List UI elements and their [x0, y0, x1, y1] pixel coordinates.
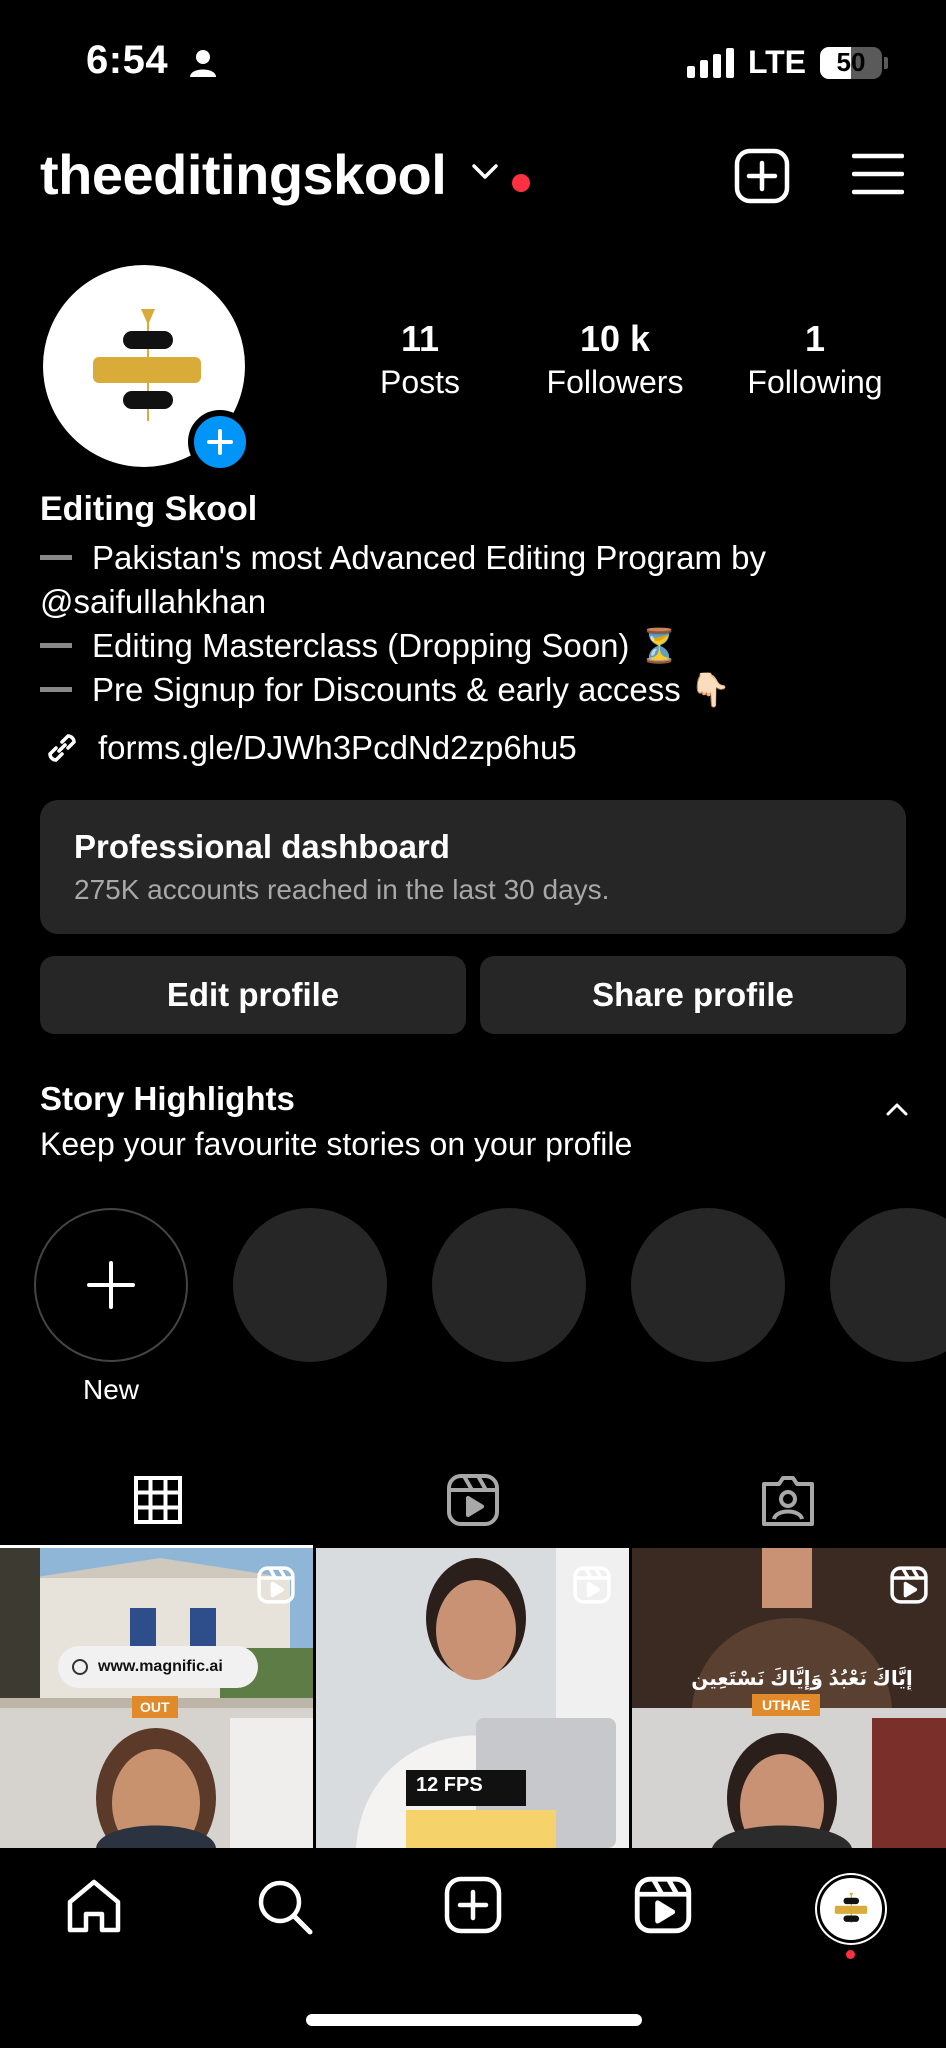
signal-icon [686, 47, 734, 78]
professional-dashboard-card[interactable]: Professional dashboard 275K accounts rea… [40, 800, 906, 934]
reel-indicator-icon [890, 1566, 928, 1609]
profile-nav-avatar[interactable] [820, 1878, 882, 1940]
link-text: forms.gle/DJWh3PcdNd2zp6hu5 [98, 729, 577, 766]
highlights-title: Story Highlights [40, 1080, 295, 1117]
url-pill: www.magnific.ai [58, 1646, 258, 1688]
profile-avatar[interactable] [40, 262, 252, 474]
dashboard-subtitle: 275K accounts reached in the last 30 day… [74, 874, 610, 905]
link-icon [48, 734, 76, 762]
bio-line-3: Editing Masterclass (Dropping Soon) ⏳ [92, 627, 680, 664]
edit-profile-button[interactable]: Edit profile [40, 956, 466, 1034]
highlight-placeholder [631, 1208, 785, 1362]
reels-icon [446, 1474, 499, 1526]
posts-grid: www.magnific.ai OUT 12 FPS إِيَّاكَ نَعْ… [0, 1548, 946, 1848]
post-thumbnail[interactable]: www.magnific.ai OUT [0, 1548, 313, 1848]
reel-indicator-icon [257, 1566, 295, 1609]
tab-posts-grid[interactable] [0, 1452, 315, 1548]
post-thumbnail[interactable]: 12 FPS [316, 1548, 629, 1848]
posts-label: Posts [379, 364, 461, 400]
post-caption: 12 FPS [416, 1774, 483, 1796]
battery-nub [884, 56, 888, 69]
grid-icon [133, 1476, 182, 1524]
followers-label: Followers [546, 364, 684, 400]
battery-level: 50 [836, 47, 866, 77]
following-count[interactable]: 1 Following [730, 318, 900, 401]
highlight-placeholder [432, 1208, 586, 1362]
story-highlights-row: New [0, 1208, 946, 1408]
share-profile-button[interactable]: Share profile [480, 956, 906, 1034]
post-subtitle: إِيَّاكَ نَعْبُدُ وَإِيَّاكَ نَسْتَعِين [691, 1668, 913, 1690]
profile-notification-dot [846, 1950, 855, 1959]
person-icon [188, 48, 218, 83]
bio-line-1: Pakistan's most Advanced Editing Program… [92, 539, 766, 576]
network-type: LTE [747, 44, 806, 80]
profile-header: theeditingskool [0, 140, 946, 230]
menu-button[interactable] [851, 152, 905, 201]
new-highlight-button[interactable] [34, 1208, 188, 1362]
post-badge: UTHAE [752, 1694, 821, 1716]
status-bar: 6:54 LTE 50 [0, 0, 946, 130]
create-post-button[interactable] [734, 148, 790, 209]
reel-indicator-icon [573, 1566, 611, 1609]
posts-value: 11 [400, 318, 440, 359]
profile-bio: Pakistan's most Advanced Editing Program… [40, 536, 920, 712]
tab-reels[interactable] [315, 1452, 630, 1548]
battery-icon: 50 [820, 46, 882, 79]
username-switcher[interactable]: theeditingskool [40, 142, 447, 207]
posts-count[interactable]: 11 Posts [360, 318, 480, 401]
profile-link[interactable]: forms.gle/DJWh3PcdNd2zp6hu5 [40, 726, 577, 770]
chevron-up-icon[interactable] [884, 1100, 910, 1123]
status-time: 6:54 [86, 38, 169, 82]
bio-line-4: Pre Signup for Discounts & early access … [92, 671, 732, 708]
highlight-placeholder [233, 1208, 387, 1362]
following-label: Following [747, 364, 883, 400]
bio-mention-link[interactable]: @saifullahkhan [40, 580, 920, 624]
tagged-icon [761, 1476, 814, 1526]
following-value: 1 [804, 318, 826, 359]
reels-nav-icon[interactable] [634, 1876, 692, 1939]
dashboard-title: Professional dashboard [74, 828, 450, 865]
post-badge: OUT [132, 1696, 178, 1718]
profile-tabs [0, 1452, 946, 1548]
highlight-placeholder [830, 1208, 946, 1362]
create-icon[interactable] [444, 1876, 502, 1939]
plus-icon [87, 1261, 135, 1309]
post-thumbnail[interactable]: إِيَّاكَ نَعْبُدُ وَإِيَّاكَ نَسْتَعِين … [632, 1548, 946, 1848]
dash-bullet [40, 642, 72, 648]
home-indicator[interactable] [306, 2014, 642, 2026]
avatar [820, 1878, 882, 1940]
chevron-down-icon[interactable] [470, 162, 500, 187]
add-story-button[interactable] [188, 410, 252, 474]
display-name: Editing Skool [40, 490, 258, 528]
search-icon[interactable] [254, 1876, 314, 1941]
home-icon[interactable] [64, 1876, 124, 1941]
new-highlight-label: New [82, 1374, 139, 1405]
followers-value: 10 k [579, 318, 651, 359]
notification-dot [512, 174, 530, 192]
dash-bullet [40, 686, 72, 692]
dash-bullet [40, 554, 72, 560]
highlights-subtitle: Keep your favourite stories on your prof… [40, 1126, 633, 1162]
followers-count[interactable]: 10 k Followers [530, 318, 700, 401]
globe-icon [72, 1659, 88, 1675]
url-pill-text: www.magnific.ai [98, 1658, 223, 1675]
brand-logo-icon [834, 1892, 868, 1923]
tab-tagged[interactable] [630, 1452, 945, 1548]
